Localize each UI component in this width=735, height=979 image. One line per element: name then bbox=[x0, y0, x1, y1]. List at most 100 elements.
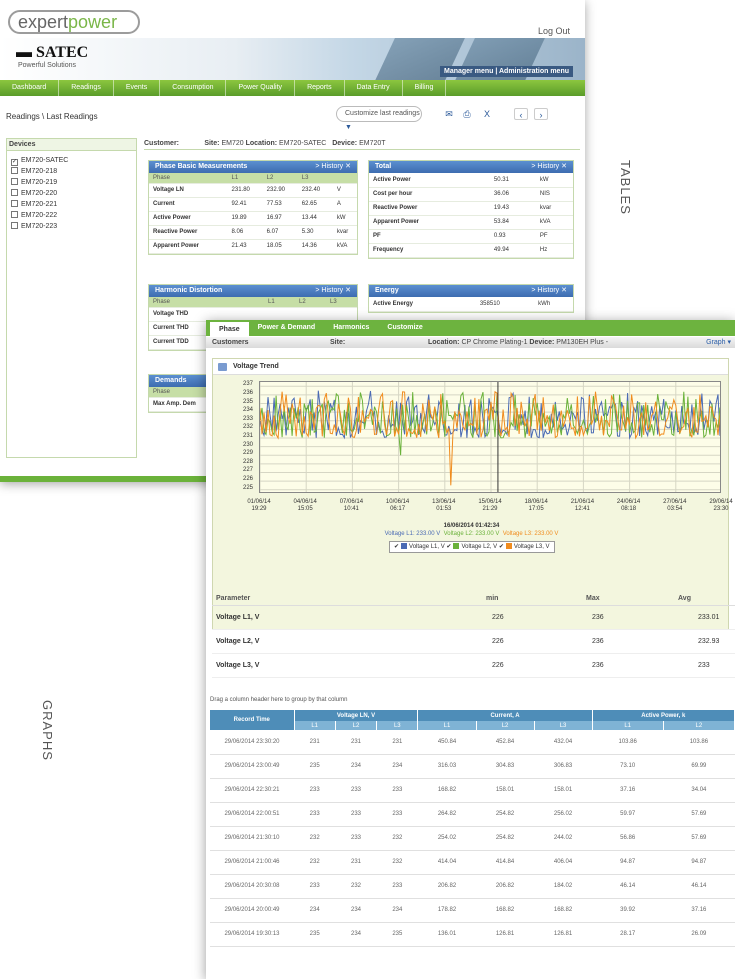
grid-sub-cell[interactable]: L3 bbox=[534, 721, 593, 730]
device-item[interactable]: EM720-223 bbox=[7, 221, 136, 232]
nav-item[interactable]: Billing bbox=[403, 80, 447, 96]
history-label: > History bbox=[315, 287, 344, 294]
device-item[interactable]: EM720-221 bbox=[7, 199, 136, 210]
grid-sub-cell[interactable]: L3 bbox=[376, 721, 419, 730]
stats-param: Voltage L3, V bbox=[216, 662, 260, 669]
next-icon[interactable]: › bbox=[534, 108, 548, 120]
table-row[interactable]: 29/06/2014 20:00:49 234 234 234 178.82 168.82… bbox=[210, 898, 735, 923]
logout-link[interactable]: Log Out bbox=[538, 26, 570, 36]
table-row[interactable]: 29/06/2014 19:30:13 235 234 235 136.01 126.81… bbox=[210, 922, 735, 947]
print-icon[interactable]: ⎙ bbox=[460, 108, 474, 120]
device-item[interactable]: EM720-218 bbox=[7, 166, 136, 177]
grid-cell: 235 bbox=[294, 754, 336, 779]
x-tick-label: 29/06/14 23:30 bbox=[709, 499, 733, 512]
device-checkbox[interactable] bbox=[11, 167, 18, 174]
grid-sub-cell[interactable]: L1 bbox=[592, 721, 664, 730]
grid-cell: 232 bbox=[376, 850, 418, 875]
legend-item[interactable]: ✔ Voltage L2, V bbox=[446, 543, 498, 550]
tab-phase[interactable]: Phase bbox=[210, 320, 249, 336]
stats-value: 232.93 bbox=[698, 638, 720, 645]
grid-sub-cell[interactable]: L1 bbox=[417, 721, 477, 730]
energy-table: Energy > History ✕ Active Energy 358510 kWh bbox=[368, 284, 574, 313]
table-row[interactable]: 29/06/2014 22:00:51 233 233 233 264.82 254.82… bbox=[210, 802, 735, 827]
grid-cell: 406.04 bbox=[534, 850, 593, 875]
history-link[interactable]: > History ✕ bbox=[531, 285, 567, 297]
nav-item[interactable]: Data Entry bbox=[345, 80, 403, 96]
grid-sub-cell[interactable]: L2 bbox=[335, 721, 378, 730]
tab-power-demand[interactable]: Power & Demand bbox=[249, 320, 325, 336]
device-checkbox[interactable] bbox=[11, 178, 18, 185]
email-icon[interactable]: ✉ bbox=[442, 108, 456, 120]
legend-item[interactable]: ✔ Voltage L1, V bbox=[394, 543, 446, 550]
table-cell: 36.06 bbox=[489, 187, 536, 202]
device-value: PM130EH Plus - bbox=[556, 339, 609, 346]
grid-cell: 450.84 bbox=[417, 730, 477, 755]
grid-group-cell[interactable]: Active Power, k bbox=[592, 710, 735, 721]
grid-cell: 234 bbox=[294, 898, 336, 923]
group-hint: Drag a column header here to group by th… bbox=[210, 697, 348, 703]
device-value: EM720T bbox=[359, 140, 386, 147]
table-row[interactable]: 29/06/2014 21:30:10 232 233 232 254.02 254.82… bbox=[210, 826, 735, 851]
history-link[interactable]: > History ✕ bbox=[531, 161, 567, 173]
table-cell: kVA bbox=[332, 239, 357, 254]
device-item[interactable]: EM720-220 bbox=[7, 188, 136, 199]
device-checkbox[interactable] bbox=[11, 211, 18, 218]
customize-dropdown[interactable]: Customize last readings ▼ bbox=[336, 106, 422, 131]
grid-cell: 234 bbox=[335, 754, 377, 779]
legend-item[interactable]: ✔ Voltage L3, V bbox=[499, 543, 550, 550]
history-label: > History bbox=[531, 163, 560, 170]
history-link[interactable]: > History ✕ bbox=[315, 285, 351, 297]
legend-check[interactable]: ✔ bbox=[394, 544, 399, 550]
device-checkbox[interactable] bbox=[11, 222, 18, 229]
legend-check[interactable]: ✔ bbox=[499, 544, 504, 550]
table-cell: 0.93 bbox=[489, 229, 536, 244]
total-header: Total > History ✕ bbox=[369, 161, 573, 173]
device-checkbox[interactable] bbox=[11, 189, 18, 196]
stats-value: 226 bbox=[492, 638, 504, 645]
grid-cell: 414.84 bbox=[476, 850, 535, 875]
device-item[interactable]: EM720-219 bbox=[7, 177, 136, 188]
y-tick-label: 232 bbox=[242, 424, 253, 431]
voltage-plot[interactable] bbox=[259, 381, 721, 493]
grid-cell: 234 bbox=[335, 898, 377, 923]
device-checkbox[interactable] bbox=[11, 200, 18, 207]
grid-cell: 29/06/2014 23:00:49 bbox=[210, 754, 294, 779]
graph-dropdown[interactable]: Graph ▾ bbox=[706, 337, 731, 348]
grid-cell: 256.02 bbox=[534, 802, 593, 827]
table-row[interactable]: 29/06/2014 21:00:46 232 231 232 414.04 414.84… bbox=[210, 850, 735, 875]
nav-item[interactable]: Events bbox=[114, 80, 161, 96]
history-link[interactable]: > History ✕ bbox=[315, 161, 351, 173]
table-row[interactable]: 29/06/2014 23:00:49 235 234 234 316.03 304.83… bbox=[210, 754, 735, 779]
grid-sub-cell[interactable]: L1 bbox=[294, 721, 336, 730]
grid-cell: 233 bbox=[376, 778, 418, 803]
nav-item[interactable]: Consumption bbox=[160, 80, 227, 96]
grid-sub-cell[interactable]: L2 bbox=[476, 721, 535, 730]
table-row[interactable]: 29/06/2014 20:30:08 233 232 233 206.82 206.82… bbox=[210, 874, 735, 899]
device-item[interactable]: EM720-222 bbox=[7, 210, 136, 221]
nav-item[interactable]: Readings bbox=[59, 80, 114, 96]
grid-sub-cell[interactable]: L2 bbox=[663, 721, 735, 730]
nav-item[interactable]: Dashboard bbox=[0, 80, 60, 96]
table-row[interactable]: 29/06/2014 23:30:20 231 231 231 450.84 452.84… bbox=[210, 730, 735, 755]
device-label: Device: bbox=[529, 339, 555, 346]
customer-bar: Customer: Site: EM720 Location: EM720-SA… bbox=[144, 138, 580, 150]
excel-icon[interactable]: X bbox=[480, 108, 494, 120]
device-checkbox[interactable]: ✓ bbox=[11, 159, 18, 166]
prev-icon[interactable]: ‹ bbox=[514, 108, 528, 120]
grid-group-cell[interactable]: Current, A bbox=[417, 710, 593, 721]
phase-basic-header: Phase Basic Measurements > History ✕ bbox=[149, 161, 357, 173]
column-header: L1 bbox=[227, 173, 263, 184]
manager-menu[interactable]: Manager menu | Administration menu bbox=[440, 66, 573, 77]
nav-item[interactable]: Power Quality bbox=[226, 80, 296, 96]
legend-check[interactable]: ✔ bbox=[446, 544, 451, 550]
grid-group-cell[interactable]: Voltage LN, V bbox=[294, 710, 419, 721]
table-row[interactable]: 29/06/2014 22:30:21 233 233 233 168.82 158.01… bbox=[210, 778, 735, 803]
device-item[interactable]: ✓ EM720-SATEC bbox=[7, 155, 136, 166]
table-row: Apparent Power 21.43 18.05 14.36 kVA bbox=[149, 239, 357, 254]
grid-group-cell[interactable]: Record Time bbox=[210, 710, 295, 730]
tab-customize[interactable]: Customize bbox=[378, 320, 431, 336]
stats-col-header: min bbox=[486, 595, 499, 602]
tab-harmonics[interactable]: Harmonics bbox=[324, 320, 378, 336]
table-cell: 5.30 bbox=[297, 225, 333, 240]
nav-item[interactable]: Reports bbox=[295, 80, 345, 96]
